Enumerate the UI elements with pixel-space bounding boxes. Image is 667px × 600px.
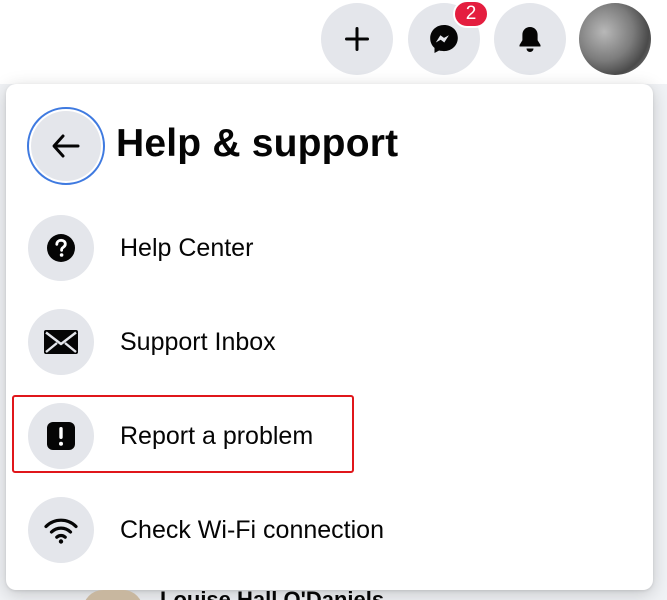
top-navigation-bar: 2 [0,0,667,84]
panel-title: Help & support [116,122,399,165]
menu-item-support-inbox[interactable]: Support Inbox [28,306,588,378]
notifications-button[interactable] [494,3,566,75]
menu-item-check-wifi[interactable]: Check Wi-Fi connection [28,494,588,566]
account-avatar[interactable] [579,3,651,75]
question-icon [47,234,75,262]
help-support-panel: Help & support Help Center Support Inbox [6,84,653,590]
menu-item-help-center[interactable]: Help Center [28,212,588,284]
menu-label-support-inbox: Support Inbox [120,327,276,356]
envelope-icon [44,330,78,354]
wifi-icon [44,518,78,544]
menu-icon-check-wifi [28,497,94,563]
bell-icon [519,27,541,52]
create-button[interactable] [321,3,393,75]
menu-icon-help-center [28,215,94,281]
notification-count-badge: 2 [453,0,489,28]
feed-post-author: Louise Hall O'Daniels [160,589,384,600]
back-button[interactable] [27,107,105,185]
feed-post-avatar [83,590,143,600]
menu-label-help-center: Help Center [120,233,254,262]
arrow-left-icon [52,134,80,158]
highlight-box [12,395,354,473]
plus-icon [345,27,369,51]
menu-icon-support-inbox [28,309,94,375]
menu-label-check-wifi: Check Wi-Fi connection [120,515,384,544]
messenger-icon [430,25,458,53]
back-button-surface [31,111,101,181]
